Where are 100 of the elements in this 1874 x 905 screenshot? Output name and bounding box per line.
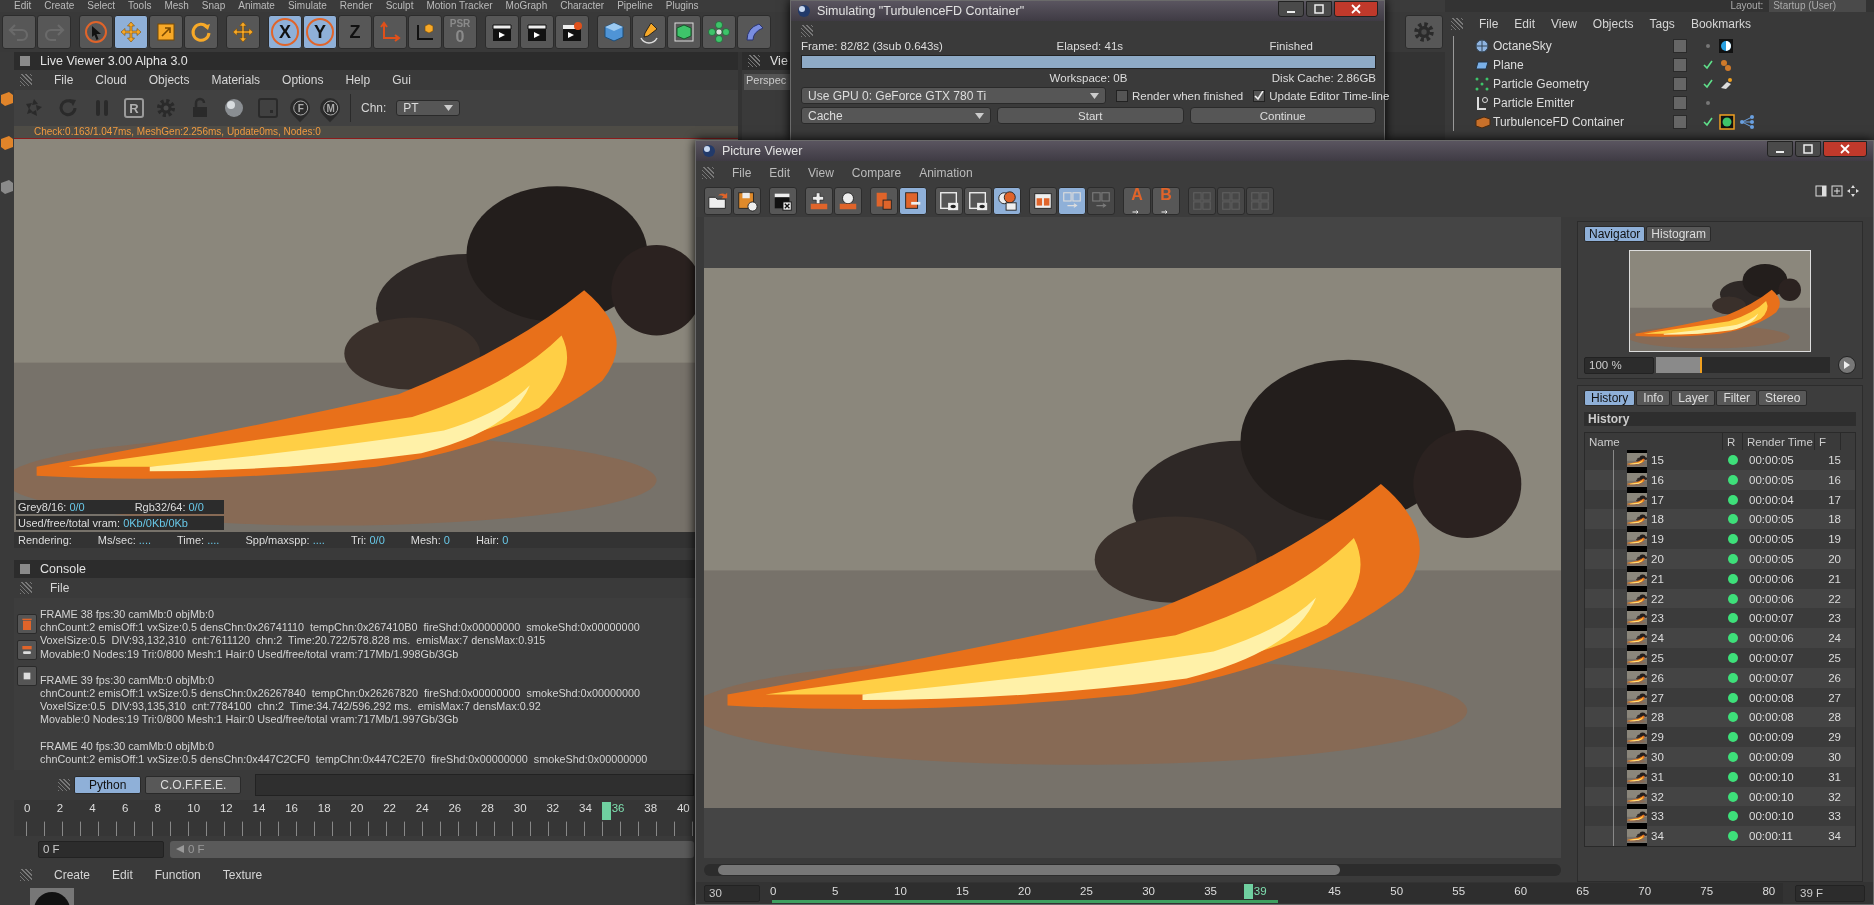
menu-item[interactable]: Mesh (164, 0, 189, 12)
script-input[interactable] (255, 774, 694, 796)
menu-item[interactable]: Render (339, 0, 373, 12)
frame-field[interactable]: 39 F (1795, 884, 1865, 902)
tool-button[interactable] (702, 15, 736, 49)
enabled-check[interactable] (1703, 116, 1713, 127)
panel-tab[interactable]: History (1584, 390, 1636, 406)
object-row[interactable]: Particle Emitter (1445, 93, 1874, 112)
stop-button[interactable] (17, 666, 37, 686)
tool-button[interactable] (555, 15, 589, 49)
play-button[interactable] (1838, 356, 1856, 374)
tool-button[interactable] (834, 187, 862, 215)
menu-item[interactable]: File (732, 166, 752, 180)
tool-button[interactable] (226, 15, 260, 49)
gpu-dropdown[interactable]: Use GPU 0: GeForce GTX 780 Ti (801, 87, 1106, 104)
menu-item[interactable]: Motion Tracker (426, 0, 493, 12)
history-row[interactable]: 28 00:00:08 28 (1585, 707, 1855, 728)
axis-button[interactable]: X (268, 15, 302, 49)
tool-button[interactable] (704, 187, 732, 215)
menu-item[interactable]: Animation (919, 166, 973, 180)
menu-item[interactable]: Create (44, 0, 75, 12)
menu-item[interactable]: Select (87, 0, 116, 12)
menu-item[interactable]: Sculpt (385, 0, 414, 12)
panel-tab[interactable]: Histogram (1646, 226, 1712, 242)
mode-dropdown[interactable]: Cache (801, 107, 991, 124)
tool-button[interactable] (114, 15, 148, 49)
scrollbar[interactable] (704, 864, 1561, 876)
object-row[interactable]: OctaneSky (1445, 36, 1874, 55)
menu-item[interactable]: Edit (769, 166, 791, 180)
menu-item[interactable]: Materials (211, 73, 261, 87)
menu-item[interactable]: Tags (1649, 17, 1675, 31)
tool-button[interactable] (632, 15, 666, 49)
history-row[interactable]: 18 00:00:05 18 (1585, 509, 1855, 530)
panel-tab[interactable]: Stereo (1758, 390, 1808, 406)
enabled-check[interactable] (1703, 59, 1713, 70)
menu-item[interactable]: Texture (222, 868, 263, 882)
tool-button[interactable] (1058, 187, 1086, 215)
tool-button[interactable] (184, 15, 218, 49)
menu-item[interactable]: View (808, 166, 834, 180)
panel-tab[interactable]: Info (1636, 390, 1671, 406)
frame-field[interactable]: 0 F (38, 840, 164, 858)
object-row[interactable]: TurbulenceFD Container (1445, 112, 1874, 131)
action-button[interactable]: Continue (1189, 107, 1376, 124)
zoom-field[interactable]: 100 % (1584, 356, 1654, 374)
maximize-button[interactable] (1306, 1, 1332, 17)
tool-button[interactable] (993, 187, 1021, 215)
minimize-button[interactable] (1767, 141, 1793, 157)
language-tab[interactable]: C.O.F.F.E.E. (145, 776, 242, 794)
menu-item[interactable]: Simulate (287, 0, 327, 12)
minimize-button[interactable] (1278, 1, 1304, 17)
tool-button[interactable] (485, 15, 519, 49)
menu-item[interactable]: Objects (1592, 17, 1634, 31)
render-region-button[interactable]: R (124, 98, 144, 118)
layout-dropdown[interactable]: Startup (User) (1769, 0, 1866, 12)
menu-item[interactable]: Snap (201, 0, 226, 12)
option-checkbox[interactable]: Render when finished (1116, 89, 1244, 102)
menu-item[interactable]: Objects (148, 73, 190, 87)
menu-item[interactable]: Edit (1514, 17, 1536, 31)
menu-item[interactable]: Character (560, 0, 605, 12)
clear-line-button[interactable] (17, 640, 37, 660)
menu-item[interactable]: Compare (851, 166, 902, 180)
menu-item[interactable]: Edit (14, 0, 32, 12)
history-row[interactable]: 20 00:00:05 20 (1585, 549, 1855, 569)
action-button[interactable]: Start (997, 107, 1184, 124)
enabled-check[interactable] (1703, 78, 1713, 89)
menu-item[interactable]: Plugins (665, 0, 699, 12)
menu-item[interactable]: Tools (128, 0, 152, 12)
tool-button[interactable] (769, 187, 797, 215)
language-tab[interactable]: Python (74, 776, 142, 794)
history-row[interactable]: 34 00:00:11 34 (1585, 826, 1855, 846)
panel-tab[interactable]: Navigator (1584, 226, 1646, 242)
timeline-ruler[interactable]: 0 5 10 15 20 25 30 35 39 45 50 55 60 65 70 75 80 (772, 883, 1783, 903)
playhead[interactable] (1243, 884, 1253, 899)
channel-dropdown[interactable]: PT (396, 100, 461, 116)
menu-item[interactable]: MoGraph (505, 0, 548, 12)
tool-button[interactable] (597, 15, 631, 49)
close-button[interactable] (1823, 141, 1867, 157)
history-row[interactable]: 26 00:00:07 26 (1585, 667, 1855, 688)
tool-button[interactable] (935, 187, 963, 215)
tool-button[interactable] (805, 187, 833, 215)
menu-item[interactable]: Cloud (95, 73, 127, 87)
tool-button[interactable] (1029, 187, 1057, 215)
tool-button[interactable] (149, 15, 183, 49)
axis-button[interactable]: Y (303, 15, 337, 49)
history-row[interactable]: 16 00:00:05 16 (1585, 469, 1855, 490)
maximize-button[interactable] (1795, 141, 1821, 157)
menu-item[interactable]: View (1551, 17, 1577, 31)
menu-item[interactable]: Animate (238, 0, 275, 12)
menu-item[interactable]: Edit (112, 868, 133, 882)
tool-button[interactable] (520, 15, 554, 49)
history-row[interactable]: 30 00:00:09 30 (1585, 746, 1855, 767)
tool-button[interactable] (733, 187, 761, 215)
menu-item[interactable]: Pipeline (617, 0, 653, 12)
tool-button[interactable] (899, 187, 927, 215)
menu-item[interactable]: Gui (392, 73, 411, 87)
option-checkbox[interactable]: Update Editor Time-line (1253, 89, 1390, 102)
menu-item[interactable]: Options (282, 73, 324, 87)
playhead[interactable] (601, 802, 611, 820)
menu-item[interactable]: Help (345, 73, 371, 87)
menu-item[interactable]: Create (54, 868, 91, 882)
